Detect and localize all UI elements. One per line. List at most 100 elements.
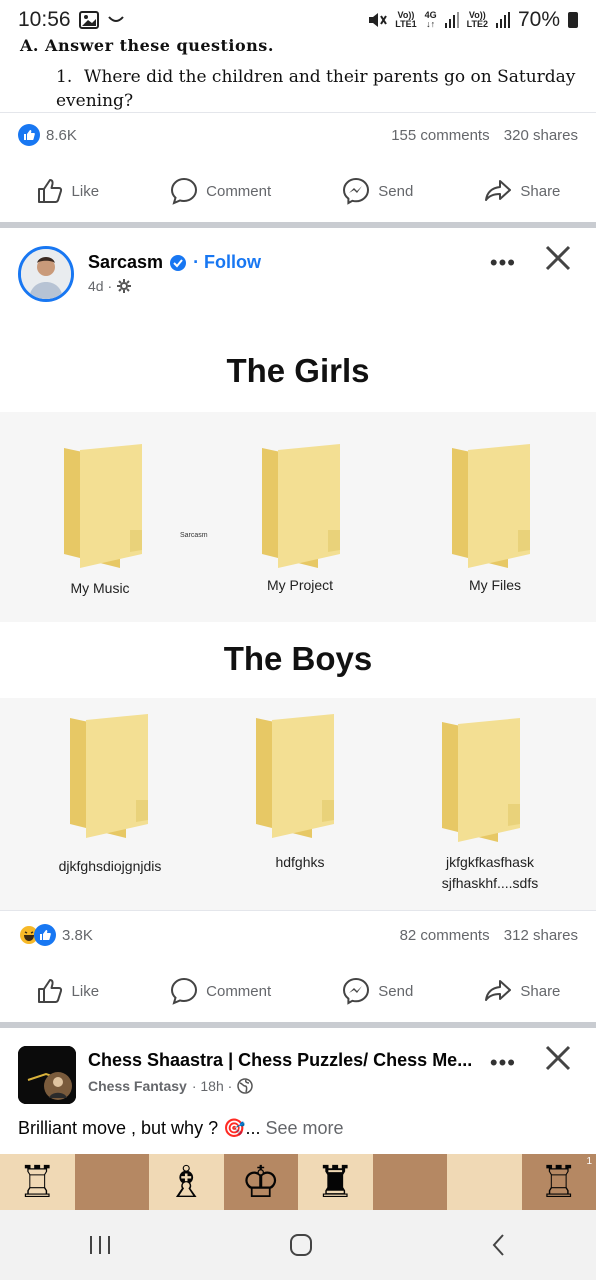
signal-icon [444, 12, 459, 28]
group-avatar[interactable] [18, 1046, 76, 1104]
folder-label: My Files [468, 577, 522, 593]
board-square [74, 1154, 149, 1210]
sarcasm-post-header: Sarcasm · Follow 4d · ••• [18, 240, 578, 310]
home-icon[interactable] [288, 1232, 314, 1258]
post-divider [0, 1022, 596, 1028]
comment-icon [171, 177, 198, 205]
folder-icon [256, 714, 334, 838]
white-king-icon: ♔ [241, 1157, 281, 1207]
folder-label: sjfhaskhf....sdfs [441, 875, 539, 891]
messenger-icon [343, 977, 370, 1005]
folder-label: My Music [70, 580, 130, 596]
chess-board-image[interactable]: ♖ ♗ ♔ ♜ ♖ 1 [0, 1154, 596, 1210]
globe-icon [237, 1078, 254, 1094]
follow-button[interactable]: · Follow [193, 252, 261, 273]
folder-label: djkfghsdiojgnjdis [58, 858, 162, 874]
comments-count[interactable]: 155 comments [391, 127, 489, 144]
board-square: ♜ [298, 1154, 373, 1210]
clock: 10:56 [18, 8, 71, 31]
like-reaction-icon [34, 924, 56, 946]
sim2-indicator: Vo)) LTE2 [466, 10, 488, 29]
previous-post-image[interactable]: A. Answer these questions. 1. Where did t… [20, 36, 580, 113]
worksheet-heading: A. Answer these questions. [20, 36, 274, 55]
like-icon [37, 179, 62, 203]
worksheet-question: 1. Where did the children and their paren… [56, 67, 576, 111]
meme-title-boys: The Boys [223, 640, 373, 677]
post-meta: 4d · [88, 278, 132, 294]
board-square: ♖ [0, 1154, 75, 1210]
shares-count[interactable]: 312 shares [504, 927, 578, 944]
comment-icon [171, 977, 198, 1005]
comment-button[interactable]: Comment [170, 977, 271, 1005]
more-options-button[interactable]: ••• [490, 250, 516, 276]
meme-title-girls: The Girls [226, 352, 370, 389]
sarcasm-post-actions: Like Comment Send Share [0, 965, 596, 1017]
board-rank-label: 1 [586, 1156, 592, 1167]
status-bar: 10:56 Vo)) LTE1 4G ↓↑ Vo)) LTE2 70% [0, 0, 596, 40]
like-button[interactable]: Like [36, 177, 99, 205]
chess-post-header: Chess Shaastra | Chess Puzzles/ Chess Me… [18, 1040, 578, 1110]
folder-label: jkfgkfkasfhask [446, 854, 534, 870]
more-options-button[interactable]: ••• [490, 1050, 516, 1076]
separator [0, 112, 596, 113]
post-age[interactable]: · 18h · [192, 1078, 232, 1094]
close-icon[interactable] [542, 1042, 574, 1074]
white-rook-icon: ♖ [539, 1157, 579, 1207]
recent-apps-icon[interactable] [87, 1233, 113, 1257]
battery-percent: 70% [517, 8, 560, 31]
meme-watermark: Sarcasm [180, 532, 208, 539]
sarcasm-post-reactions[interactable]: 3.8K 82 comments 312 shares [18, 924, 578, 946]
board-square [447, 1154, 522, 1210]
like-button[interactable]: Like [36, 977, 99, 1005]
post-age[interactable]: 4d · [88, 278, 112, 294]
previous-post-reactions[interactable]: 8.6K 155 comments 320 shares [18, 124, 578, 146]
folder-icon [64, 444, 142, 568]
share-icon [485, 180, 512, 201]
reaction-count: 3.8K [62, 926, 93, 944]
battery-icon [568, 12, 578, 28]
share-icon [485, 980, 512, 1001]
post-meta: Chess Fantasy · 18h · [88, 1078, 254, 1094]
author-name[interactable]: Chess Fantasy [88, 1078, 187, 1094]
share-button[interactable]: Share [484, 977, 560, 1005]
folder-icon [452, 444, 530, 568]
reaction-count: 8.6K [46, 126, 77, 144]
messenger-icon [343, 177, 370, 205]
board-square: ♔ [223, 1154, 298, 1210]
close-icon[interactable] [542, 242, 574, 274]
page-name[interactable]: Sarcasm [88, 252, 163, 273]
previous-post-actions: Like Comment Send Share [0, 165, 596, 217]
comment-button[interactable]: Comment [170, 177, 271, 205]
share-button[interactable]: Share [484, 177, 560, 205]
verified-badge-icon [170, 254, 187, 271]
send-button[interactable]: Send [342, 977, 413, 1005]
black-rook-icon: ♜ [315, 1157, 355, 1207]
4g-indicator: 4G ↓↑ [424, 10, 437, 29]
android-nav-bar [0, 1210, 596, 1280]
folder-icon [262, 444, 340, 568]
page-avatar[interactable] [18, 246, 74, 302]
folder-label: My Project [266, 577, 334, 593]
like-reaction-icon [18, 124, 40, 146]
page-name-row: Sarcasm · Follow [88, 252, 261, 273]
white-bishop-icon: ♗ [166, 1157, 206, 1207]
mute-icon [369, 13, 388, 27]
board-square: ♖ 1 [521, 1154, 596, 1210]
send-button[interactable]: Send [342, 177, 413, 205]
sim1-indicator: Vo)) LTE1 [395, 10, 417, 29]
messenger-notification-icon [107, 16, 124, 22]
see-more-link[interactable]: See more [266, 1118, 344, 1138]
reaction-icons [18, 924, 56, 946]
meme-image[interactable]: The Girls Sarcasm My Music My Project My… [0, 322, 596, 910]
group-name[interactable]: Chess Shaastra | Chess Puzzles/ Chess Me… [88, 1050, 472, 1071]
signal-icon-2 [495, 12, 510, 28]
white-rook-icon: ♖ [17, 1157, 57, 1207]
folder-label: hdfghks [275, 854, 325, 870]
gallery-icon [78, 11, 99, 29]
back-icon[interactable] [489, 1232, 509, 1258]
like-icon [37, 979, 62, 1003]
separator [0, 910, 596, 911]
shares-count[interactable]: 320 shares [504, 127, 578, 144]
comments-count[interactable]: 82 comments [400, 927, 490, 944]
folder-icon [442, 718, 520, 842]
